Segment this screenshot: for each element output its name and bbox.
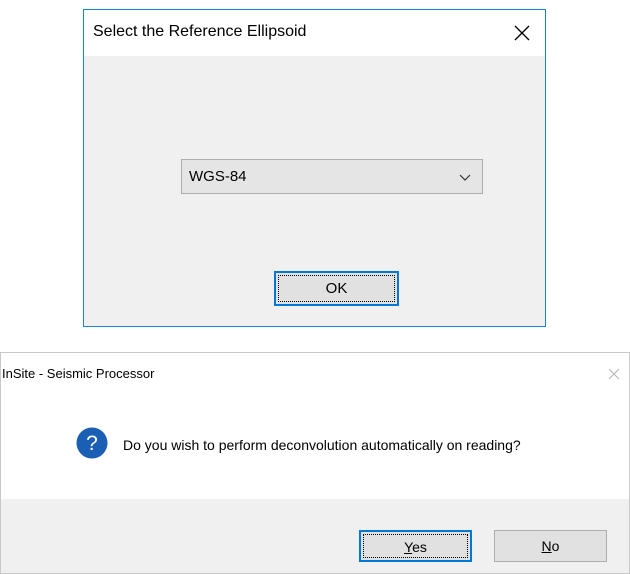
confirm-dialog-close-button[interactable] [603, 364, 625, 384]
ok-button-label: OK [325, 280, 348, 297]
ok-button[interactable]: OK [274, 271, 399, 306]
page: Select the Reference Ellipsoid WGS-84 OK… [0, 0, 630, 574]
ellipsoid-dialog: Select the Reference Ellipsoid WGS-84 OK [83, 9, 546, 327]
yes-rest: es [412, 539, 427, 555]
chevron-down-icon [459, 174, 471, 181]
no-button[interactable]: No [494, 530, 607, 562]
confirm-dialog-footer: Yes No [1, 499, 629, 573]
no-mnemonic: N [541, 538, 552, 554]
confirm-message: Do you wish to perform deconvolution aut… [123, 437, 521, 453]
close-icon [514, 25, 530, 41]
ellipsoid-select-value: WGS-84 [189, 168, 247, 185]
close-icon [608, 368, 620, 380]
question-icon: ? [76, 427, 108, 459]
no-button-label: No [495, 538, 606, 554]
yes-button[interactable]: Yes [359, 530, 472, 562]
yes-button-label: Yes [361, 539, 470, 555]
svg-text:?: ? [86, 432, 98, 455]
ellipsoid-select[interactable]: WGS-84 [181, 159, 483, 194]
ellipsoid-dialog-close-button[interactable] [499, 10, 545, 56]
ellipsoid-dialog-titlebar[interactable]: Select the Reference Ellipsoid [84, 10, 545, 56]
no-rest: o [551, 538, 560, 554]
yes-mnemonic: Y [404, 539, 413, 555]
confirm-dialog-title: InSite - Seismic Processor [2, 366, 155, 381]
confirm-dialog: InSite - Seismic Processor ? Do you wish… [0, 352, 630, 574]
ellipsoid-dialog-title: Select the Reference Ellipsoid [93, 23, 307, 40]
